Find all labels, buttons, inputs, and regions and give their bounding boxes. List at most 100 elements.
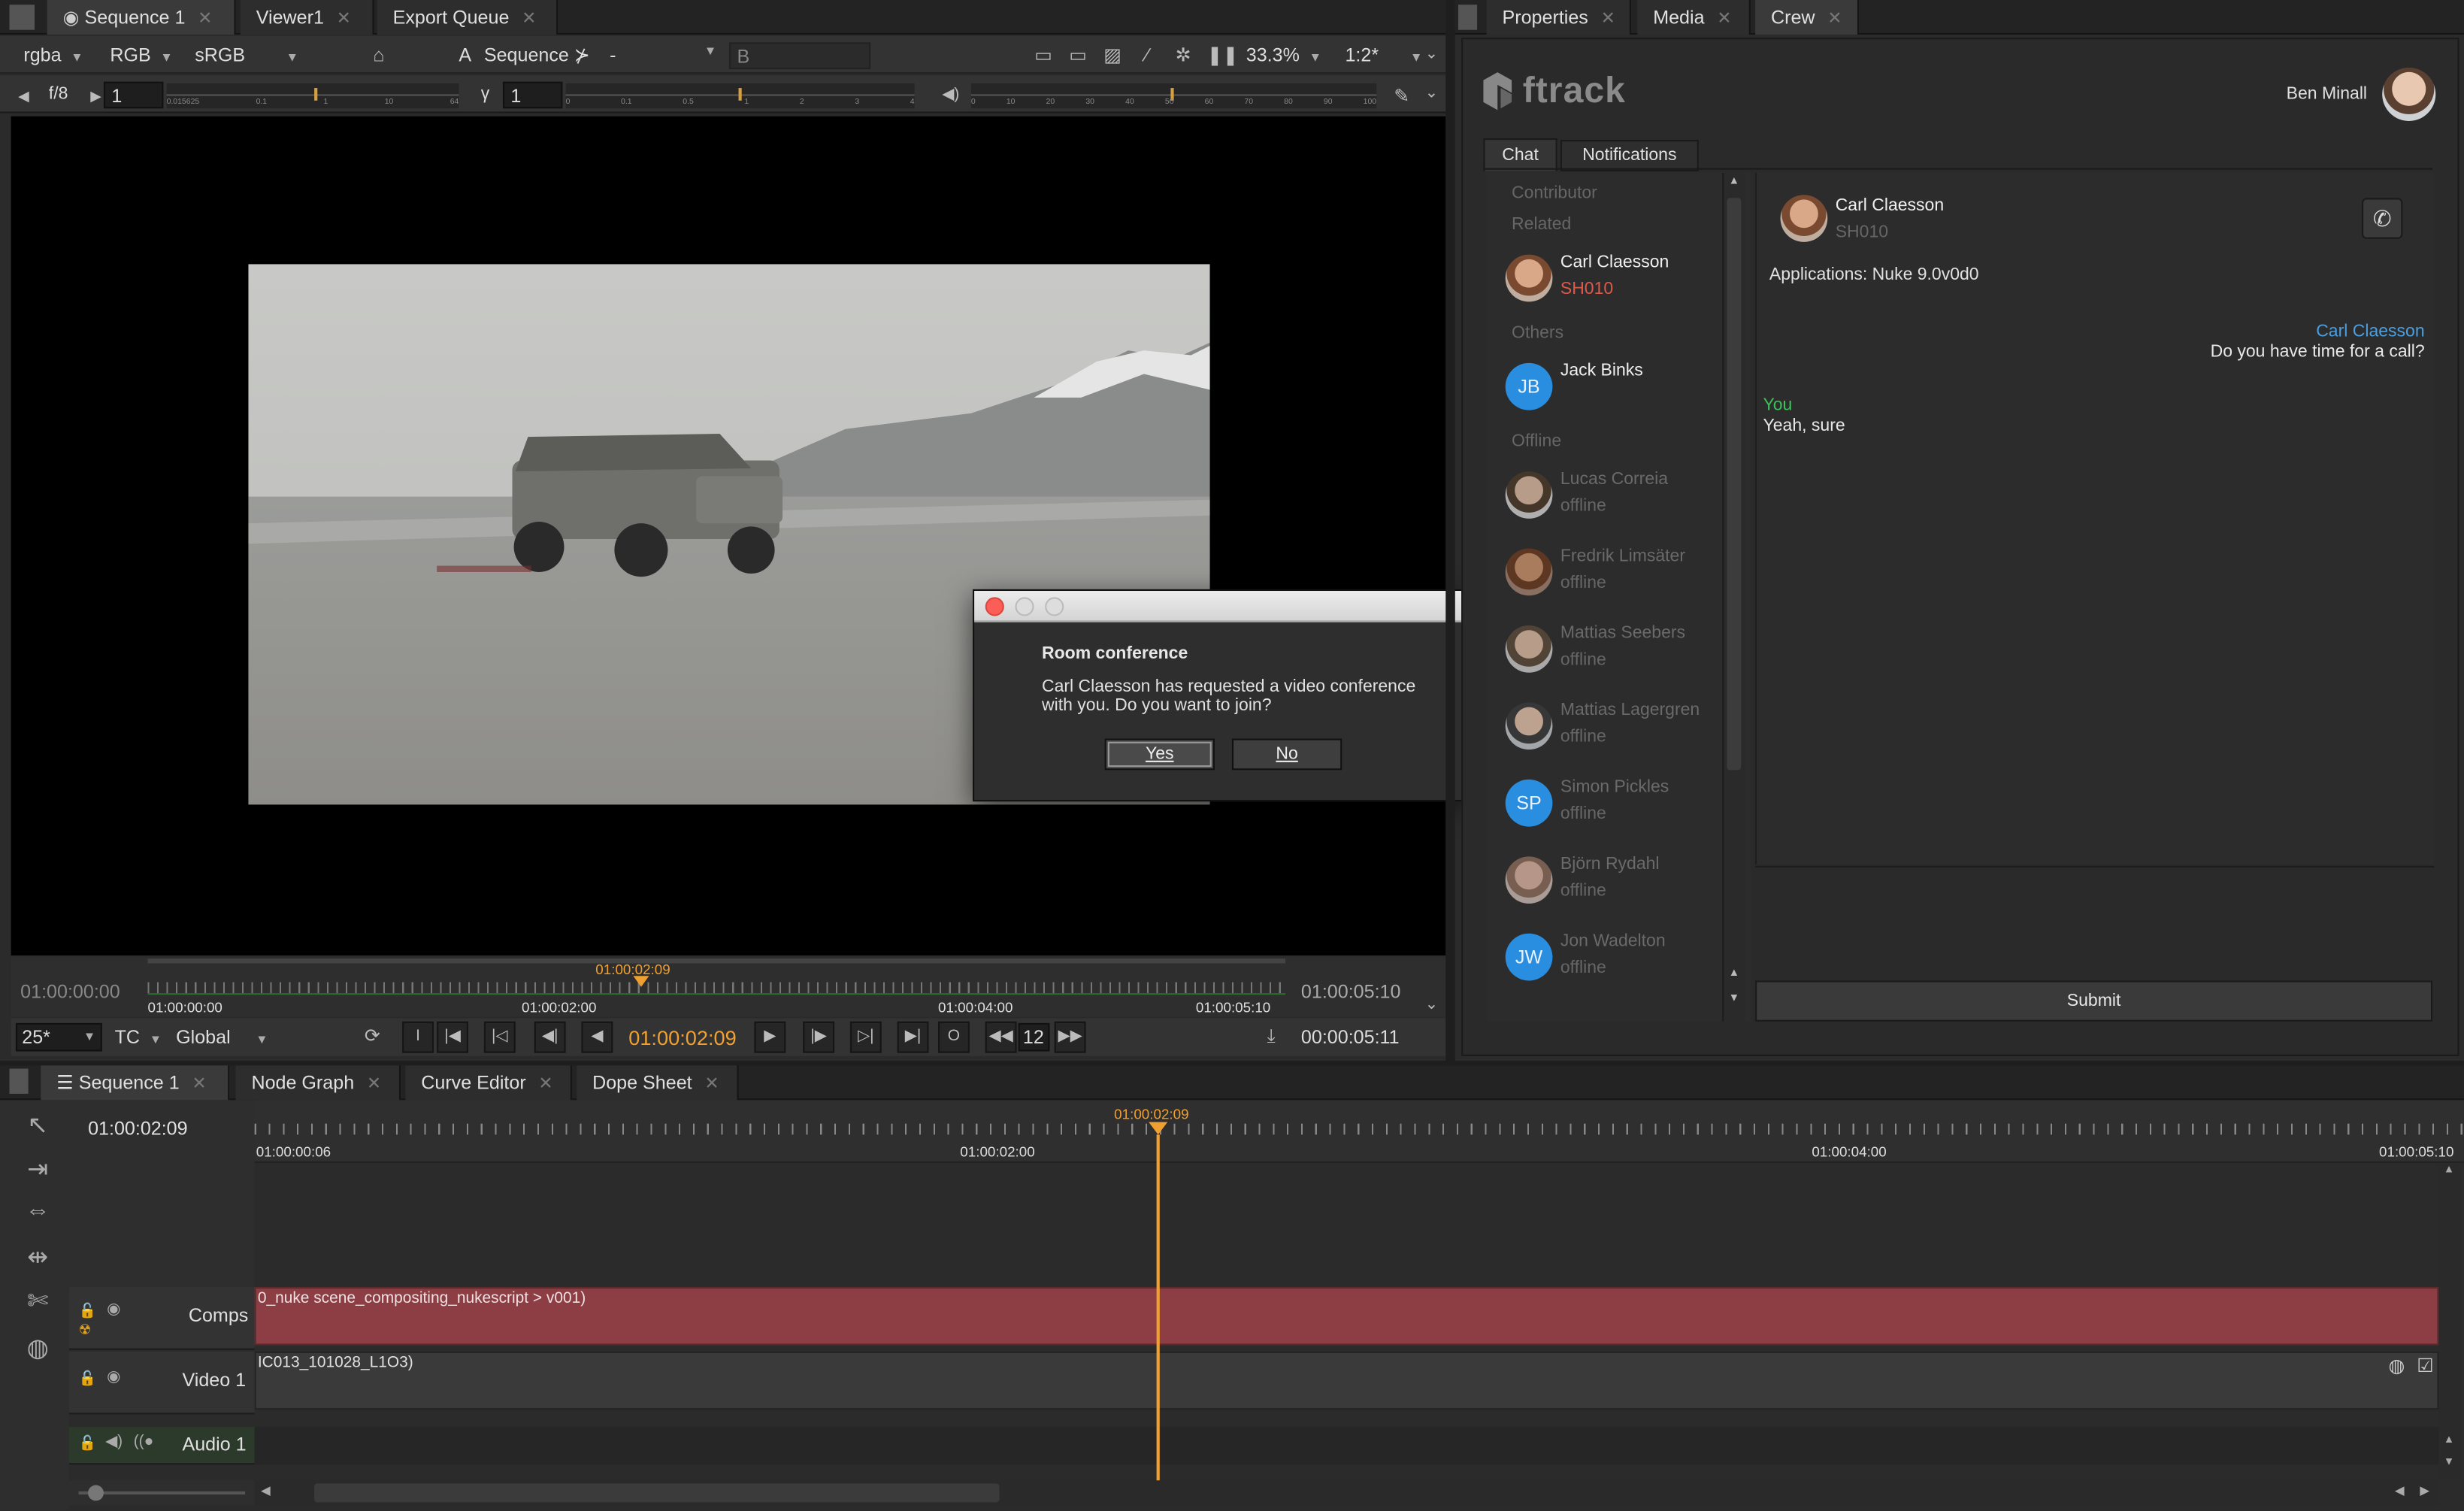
track-header-video-1[interactable]: 🔓 ◉ Video 1 (68, 1351, 255, 1415)
submit-button[interactable]: Submit (1755, 980, 2433, 1022)
lock-icon[interactable]: 🔓 (79, 1303, 96, 1320)
checkbox-icon[interactable]: ☑ (2417, 1355, 2434, 1376)
a-input-select[interactable]: Sequence ⊁ (484, 44, 590, 66)
colorspace-select[interactable]: RGB ▼ (110, 44, 172, 66)
play-backward-icon[interactable]: ◀ (581, 1021, 613, 1053)
tab-node-graph[interactable]: Node Graph ✕ (235, 1065, 401, 1101)
render-icon[interactable]: ⤓ (1257, 1023, 1285, 1048)
tab-sequence-1[interactable]: ◉ Sequence 1 ✕ (47, 0, 236, 35)
close-icon[interactable]: ✕ (538, 1075, 552, 1094)
video-clip[interactable]: IC013_101028_L1O3) ◍ ☑ (254, 1351, 2439, 1410)
contact-lucas-correia[interactable]: Lucas Correia offline (1505, 468, 1722, 531)
contact-fredrik-limsater[interactable]: Fredrik Limsäter offline (1505, 545, 1722, 608)
gain-slider[interactable]: 0.015625 0.1 1 10 64 (166, 83, 459, 109)
gain-field[interactable]: 1 (103, 81, 164, 109)
play-forward-icon[interactable]: ▶ (754, 1021, 786, 1053)
eye-icon[interactable]: ◉ (107, 1369, 120, 1386)
settings-gear-icon[interactable]: ✲ (1169, 42, 1197, 67)
go-to-end-icon[interactable]: ▶| (897, 1021, 929, 1053)
arrow-left-icon[interactable]: ◀ (16, 83, 32, 108)
panel-menu-icon[interactable] (1458, 5, 1478, 30)
scrollbar-thumb[interactable] (314, 1483, 1000, 1503)
globe-icon[interactable]: ◍ (16, 1333, 60, 1373)
timeline-playhead-line[interactable] (1156, 1134, 1160, 1481)
scroll-left-icon[interactable]: ◀ (261, 1483, 271, 1497)
panel-menu-icon[interactable] (9, 1068, 29, 1094)
scroll-right-icon[interactable]: ▶ (2420, 1483, 2429, 1497)
close-icon[interactable]: ✕ (1827, 10, 1842, 29)
guides-icon[interactable]: ▭ (1065, 42, 1090, 67)
tab-chat[interactable]: Chat (1483, 138, 1557, 171)
proxy-ratio-select[interactable]: 1:2* ▼ (1345, 44, 1422, 66)
contact-carl-claesson[interactable]: Carl Claesson SH010 (1505, 251, 1722, 314)
speaker-icon[interactable]: ◀) (105, 1434, 123, 1451)
step-forward-icon[interactable]: |▶ (803, 1021, 835, 1053)
go-to-start-icon[interactable]: |◀ (437, 1021, 468, 1053)
contact-bjorn-rydahl[interactable]: Björn Rydahl offline (1505, 853, 1722, 916)
tab-viewer1[interactable]: Viewer1 ✕ (240, 0, 374, 35)
chevron-down-icon[interactable]: ⌄ (1421, 993, 1442, 1018)
timeline-horizontal-scrollbar[interactable]: ◀ ◀ ▶ (254, 1480, 2439, 1506)
timeline-vertical-scrollbar[interactable]: ▲ ▲ ▼ (2438, 1164, 2461, 1479)
arrow-right-icon[interactable]: ▶ (88, 83, 104, 108)
mask-icon[interactable]: ▨ (1100, 42, 1125, 67)
frame-step-field[interactable]: 12 (1018, 1022, 1050, 1052)
scope-select[interactable]: Global ▼ (176, 1026, 268, 1048)
comp-clip[interactable]: 0_nuke scene_compositing_nukescript > v0… (254, 1287, 2439, 1346)
close-icon[interactable]: ✕ (198, 10, 212, 29)
phone-icon[interactable]: ✆ (2362, 198, 2403, 239)
channels-select[interactable]: rgba ▼ (23, 44, 83, 66)
contact-simon-pickles[interactable]: SP Simon Pickles offline (1505, 777, 1722, 840)
razor-tool-icon[interactable]: ✄ (16, 1285, 60, 1326)
contact-jack-binks[interactable]: JB Jack Binks (1505, 360, 1722, 423)
tab-export-queue[interactable]: Export Queue ✕ (377, 0, 558, 35)
ripple-tool-icon[interactable]: ⇹ (16, 1241, 60, 1282)
close-icon[interactable]: ✕ (192, 1075, 206, 1094)
close-icon[interactable]: ✕ (367, 1075, 381, 1094)
step-back-icon[interactable]: ◀| (534, 1021, 566, 1053)
track-header-comps[interactable]: 🔓 ◉ ☢ Comps (68, 1287, 255, 1350)
tab-properties[interactable]: Properties ✕ (1486, 0, 1631, 35)
home-icon[interactable]: ⌂ (366, 42, 391, 67)
loop-icon[interactable]: ⟳ (359, 1023, 387, 1048)
close-icon[interactable]: ✕ (522, 10, 536, 29)
close-window-icon[interactable] (985, 597, 1004, 616)
volume-icon[interactable]: ◀) (940, 83, 961, 108)
panel-splitter[interactable] (1445, 0, 1455, 1061)
lock-icon[interactable]: 🔓 (79, 1435, 96, 1452)
chevron-down-icon[interactable]: ⌄ (1421, 82, 1442, 107)
tab-curve-editor[interactable]: Curve Editor ✕ (405, 1065, 572, 1101)
tab-crew[interactable]: Crew ✕ (1755, 0, 1860, 35)
eye-icon[interactable]: ◉ (107, 1301, 120, 1319)
chat-message-input[interactable] (1755, 865, 2435, 980)
eyedropper-icon[interactable]: ✎ (1389, 83, 1414, 108)
close-icon[interactable]: ✕ (704, 1075, 719, 1094)
chevron-down-icon[interactable]: ⌄ (1421, 42, 1442, 67)
compare-mode-select[interactable]: - ▼ (610, 44, 716, 66)
slip-tool-icon[interactable]: ⇔ (16, 1198, 60, 1238)
skip-back-icon[interactable]: ◀◀ (985, 1021, 1017, 1053)
scroll-left-icon[interactable]: ◀ (2395, 1483, 2405, 1497)
fstop-label[interactable]: f/8 (49, 85, 68, 104)
viewer-timeline-ruler[interactable] (147, 982, 1286, 994)
current-timecode[interactable]: 01:00:02:09 (628, 1026, 737, 1049)
out-point-button[interactable]: O (938, 1021, 970, 1053)
pause-icon[interactable]: ❚❚ (1207, 42, 1239, 67)
contact-scrollbar[interactable]: ▲ ▲ ▼ (1722, 172, 1745, 1022)
select-tool-icon[interactable]: ↖ (16, 1110, 60, 1150)
tab-dope-sheet[interactable]: Dope Sheet ✕ (577, 1065, 739, 1101)
close-icon[interactable]: ✕ (1601, 10, 1615, 29)
panel-menu-icon[interactable] (9, 5, 35, 30)
contact-mattias-lagergren[interactable]: Mattias Lagergren offline (1505, 699, 1722, 762)
tab-media[interactable]: Media ✕ (1637, 0, 1751, 35)
prev-keyframe-icon[interactable]: |◁ (483, 1021, 516, 1053)
in-point-button[interactable]: I (402, 1021, 434, 1053)
timecode-mode-select[interactable]: TC ▼ (115, 1026, 162, 1048)
gamma-slider[interactable]: 0 0.1 0.5 1 2 3 4 (565, 83, 915, 109)
contact-mattias-seebers[interactable]: Mattias Seebers offline (1505, 622, 1722, 686)
paint-icon[interactable]: ∕ (1134, 42, 1159, 67)
scrollbar-thumb[interactable] (1727, 198, 1742, 771)
track-header-audio-1[interactable]: 🔓 ◀) ((● Audio 1 (68, 1427, 255, 1465)
yes-button[interactable]: Yes (1104, 738, 1215, 771)
playhead-marker[interactable] (633, 976, 649, 987)
